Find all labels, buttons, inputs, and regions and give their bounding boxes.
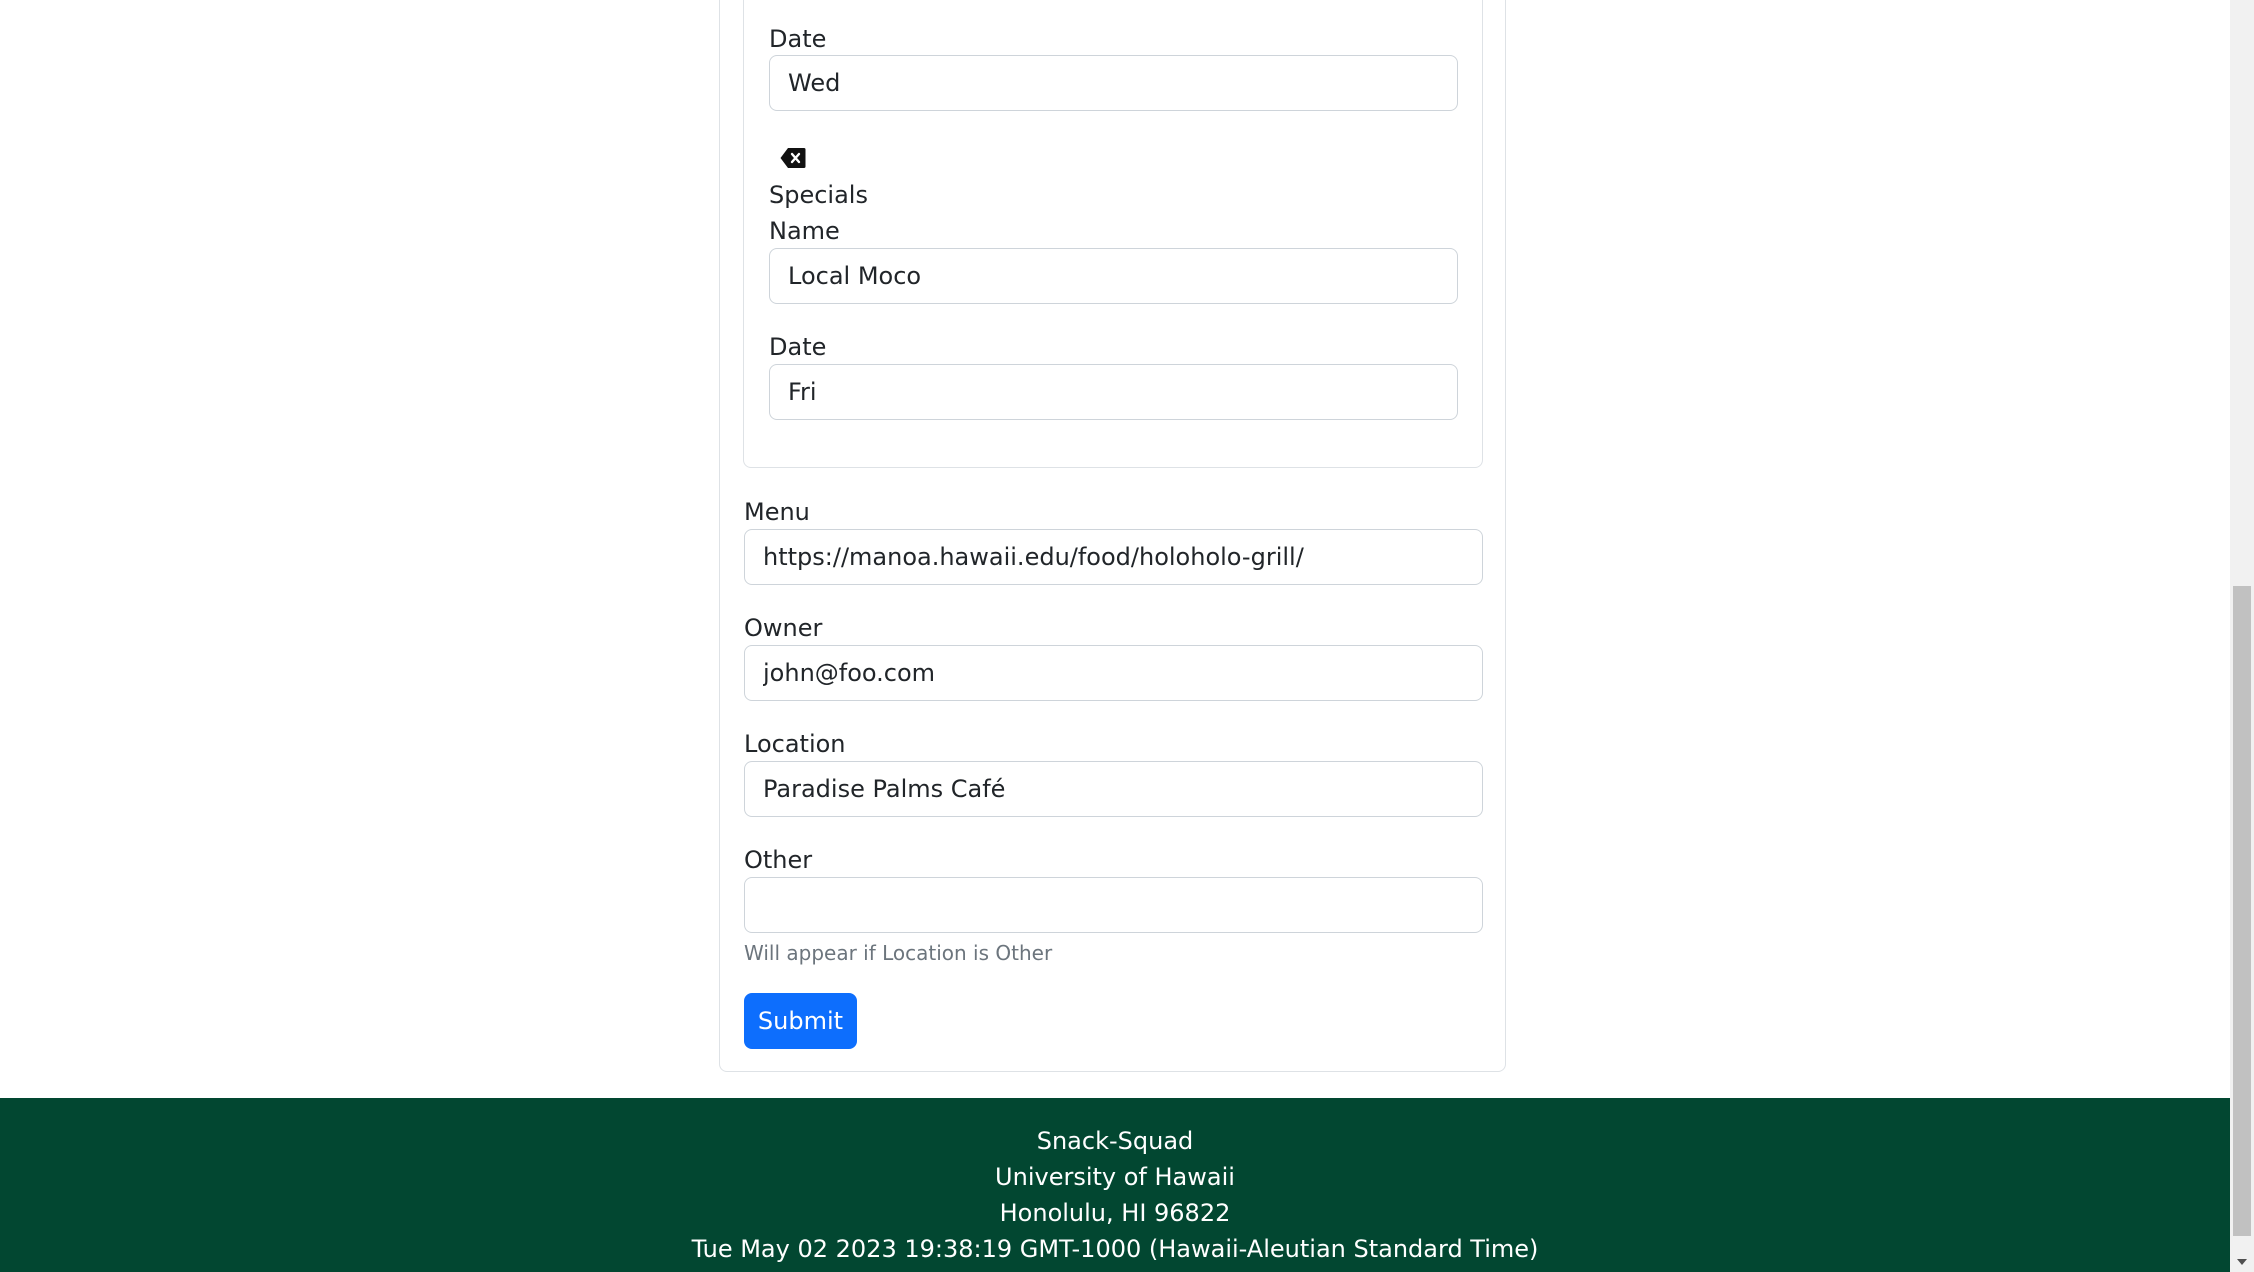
other-location-input[interactable] <box>744 877 1483 933</box>
footer-university: University of Hawaii <box>995 1163 1235 1191</box>
footer-app-name: Snack-Squad <box>1036 1127 1194 1155</box>
footer-timestamp: Tue May 02 2023 19:38:19 GMT-1000 (Hawai… <box>691 1235 1539 1263</box>
other-help-text: Will appear if Location is Other <box>744 941 1053 965</box>
menu-label: Menu <box>744 498 810 526</box>
scrollbar-thumb[interactable] <box>2233 586 2251 1236</box>
special-date-label-2: Date <box>769 333 827 361</box>
menu-url-input[interactable] <box>744 529 1483 585</box>
special-date-label: Date <box>769 25 827 53</box>
scroll-down-arrow-icon[interactable] <box>2230 1252 2254 1272</box>
specials-section-label: Specials <box>769 181 868 209</box>
special-date-input-2[interactable] <box>769 364 1458 420</box>
owner-email-input[interactable] <box>744 645 1483 701</box>
location-label: Location <box>744 730 846 758</box>
backspace-x-icon[interactable] <box>780 147 806 169</box>
page: Date Specials Name Date Menu Owner Locat… <box>0 0 2254 1272</box>
special-name-label: Name <box>769 217 840 245</box>
footer-address: Honolulu, HI 96822 <box>999 1199 1231 1227</box>
submit-button[interactable]: Submit <box>744 993 857 1049</box>
special-date-input[interactable] <box>769 55 1458 111</box>
owner-label: Owner <box>744 614 823 642</box>
location-input[interactable] <box>744 761 1483 817</box>
footer: Snack-Squad University of Hawaii Honolul… <box>0 1098 2230 1272</box>
other-label: Other <box>744 846 813 874</box>
special-name-input[interactable] <box>769 248 1458 304</box>
